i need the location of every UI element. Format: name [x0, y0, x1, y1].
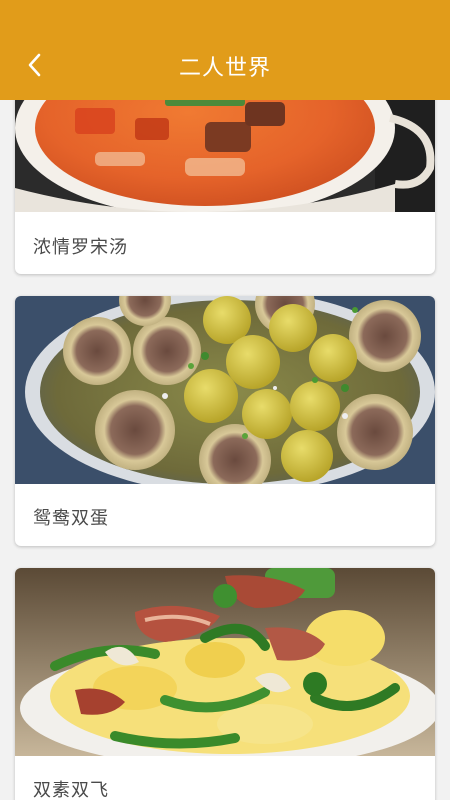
recipe-card[interactable]: 浓情罗宋汤 [15, 100, 435, 274]
page-title: 二人世界 [178, 56, 271, 81]
recipe-name: 浓情罗宋汤 [33, 237, 128, 258]
app-bar: 二人世界 [0, 0, 450, 100]
recipe-image [15, 296, 435, 484]
recipe-image [15, 100, 435, 212]
recipe-list: 浓情罗宋汤 鸳鸯双蛋 双素双飞 [0, 100, 450, 800]
recipe-card[interactable]: 双素双飞 [15, 568, 435, 800]
recipe-card[interactable]: 鸳鸯双蛋 [15, 296, 435, 546]
recipe-name: 鸳鸯双蛋 [33, 508, 109, 529]
recipe-name: 双素双飞 [33, 780, 109, 800]
recipe-image [15, 568, 435, 756]
